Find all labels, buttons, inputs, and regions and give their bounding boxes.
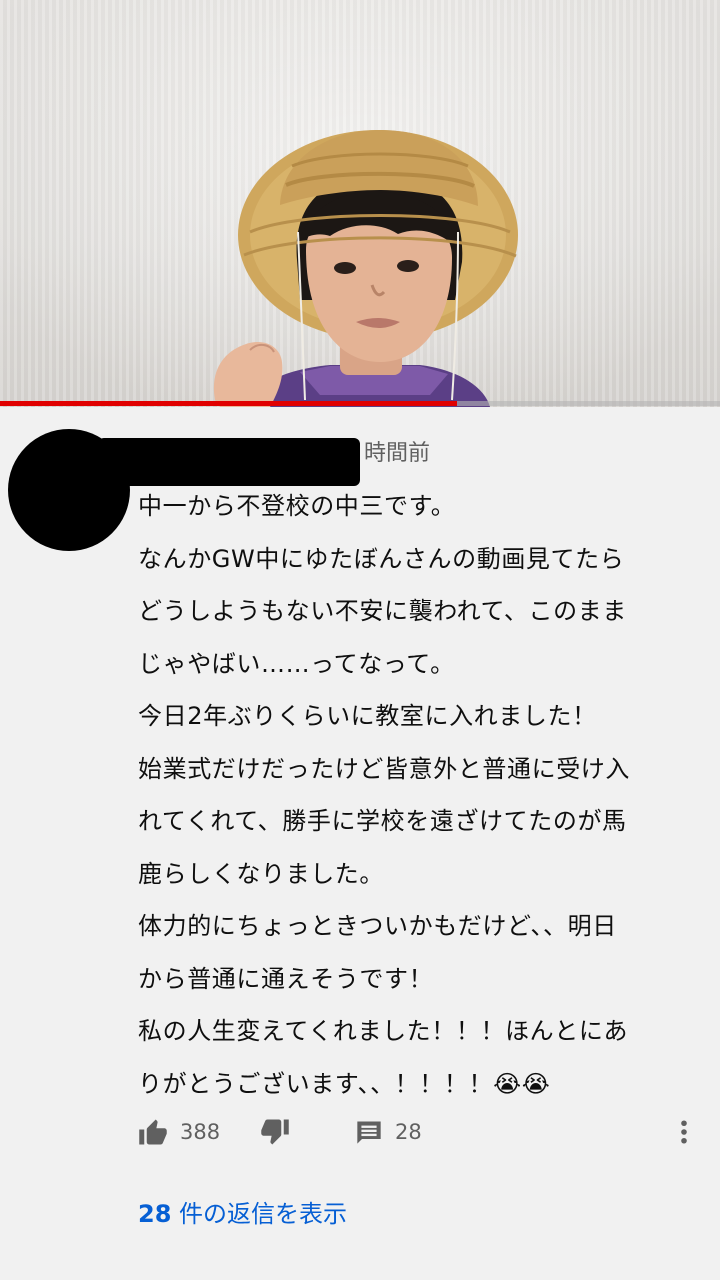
comment-line: 体力的にちょっときついかもだけど、、明日 bbox=[138, 912, 617, 940]
comment-line: 鹿らしくなりました。 bbox=[138, 859, 384, 888]
like-button[interactable]: 388 bbox=[138, 1107, 220, 1157]
comment-icon bbox=[357, 1121, 381, 1144]
more-vertical-icon bbox=[681, 1120, 687, 1144]
thumbs-down-icon bbox=[261, 1119, 289, 1145]
comment-line: 中一から不登校の中三です。 bbox=[138, 492, 456, 520]
comment-actions: 388 28 bbox=[0, 1107, 720, 1157]
comment-line: じゃやばい……ってなって。 bbox=[138, 649, 455, 678]
comment-line: なんかGW中にゆたぼんさんの動画見てたら bbox=[138, 544, 625, 573]
video-progress-fill bbox=[0, 401, 458, 406]
comment-line: から普通に通えそうです！ bbox=[138, 964, 434, 993]
video-progress-bar[interactable] bbox=[0, 401, 720, 406]
more-options-button[interactable] bbox=[676, 1107, 692, 1157]
author-name-redacted[interactable] bbox=[98, 438, 360, 486]
comment-line: どうしようもない不安に襲われて、このまま bbox=[138, 597, 627, 625]
comment-line: りがとうございます、、！！！！😭😭 bbox=[138, 1069, 551, 1098]
comment-line: れてくれて、勝手に学校を遠ざけてたのが馬 bbox=[138, 807, 627, 835]
like-count: 388 bbox=[180, 1120, 221, 1144]
comment-card: 時間前 中一から不登校の中三です。 なんかGW中にゆたぼんさんの動画見てたら ど… bbox=[0, 407, 720, 1280]
view-replies-link[interactable]: 28 件の返信を表示 bbox=[138, 1197, 347, 1231]
comment-timestamp: 時間前 bbox=[364, 441, 431, 466]
comment-text: 中一から不登校の中三です。 なんかGW中にゆたぼんさんの動画見てたら どうしよう… bbox=[138, 480, 698, 1110]
comment-line: 今日2年ぶりくらいに教室に入れました！ bbox=[138, 702, 597, 730]
video-frame-image bbox=[213, 130, 518, 407]
thumbs-up-icon bbox=[139, 1119, 167, 1145]
video-player[interactable] bbox=[0, 0, 720, 407]
comment-line: 始業式だけだったけど皆意外と普通に受け入 bbox=[138, 754, 630, 783]
reply-count: 28 bbox=[395, 1120, 422, 1144]
view-replies-text: 件の返信を表示 bbox=[171, 1200, 348, 1228]
view-replies-count: 28 bbox=[138, 1200, 172, 1228]
reply-button[interactable]: 28 bbox=[355, 1107, 422, 1157]
dislike-button[interactable] bbox=[260, 1107, 290, 1157]
comment-line: 私の人生変えてくれました！！！ほんとにあ bbox=[138, 1017, 629, 1045]
